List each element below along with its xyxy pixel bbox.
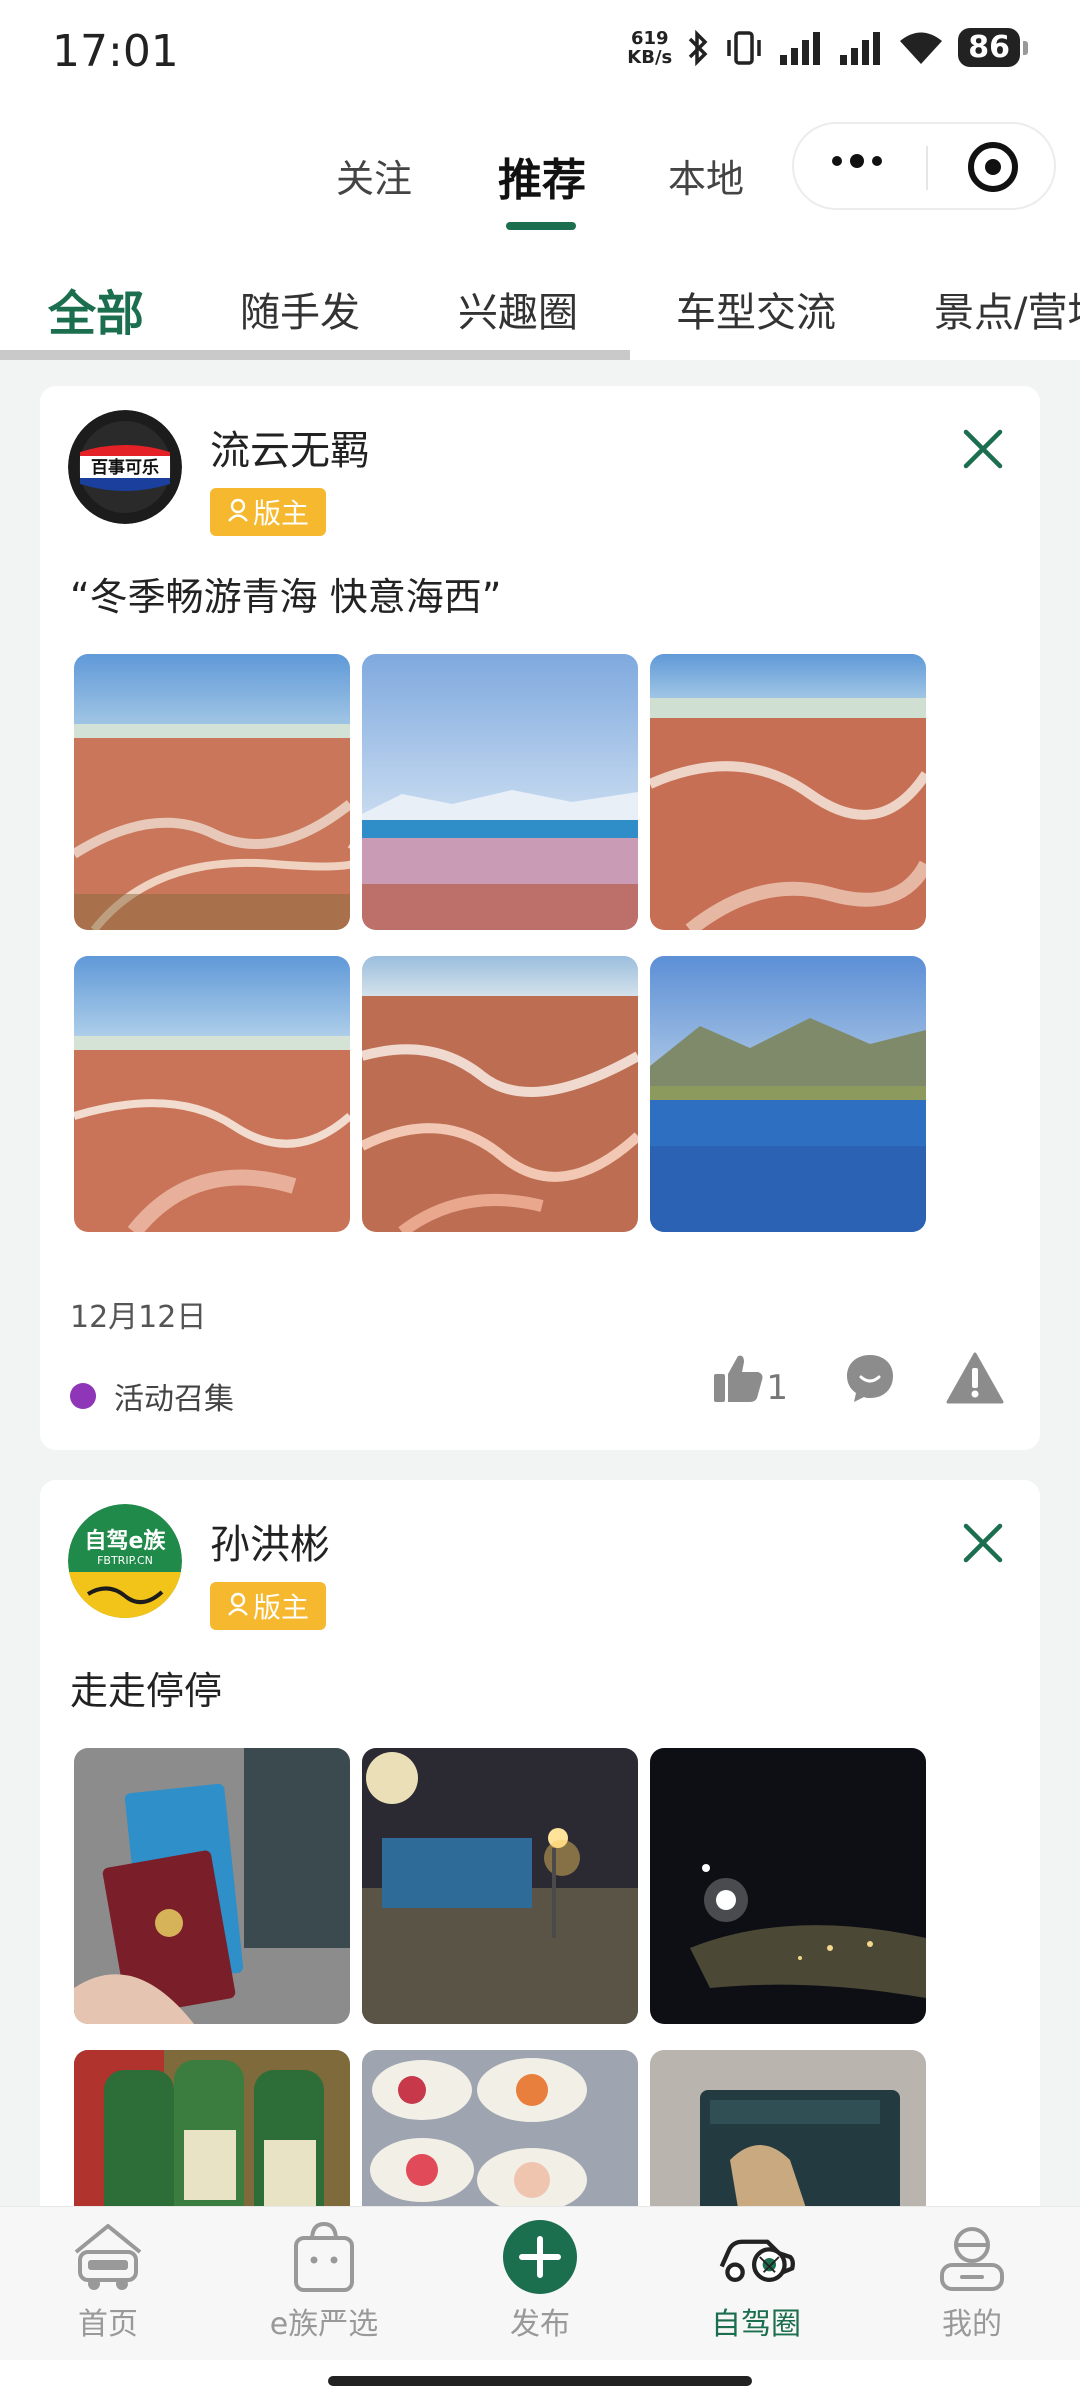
wifi-icon <box>898 30 944 66</box>
category-interest[interactable]: 兴趣圈 <box>458 280 578 338</box>
tab-eshop[interactable]: e族严选 <box>216 2217 432 2357</box>
post-image[interactable] <box>362 956 638 1232</box>
avatar-text: 百事可乐 <box>91 458 159 478</box>
category-scroll-indicator <box>0 350 630 360</box>
post-title[interactable]: “冬季畅游青海 快意海西” <box>70 566 501 621</box>
tab-mine[interactable]: 我的 <box>864 2217 1080 2357</box>
vibrate-icon <box>724 30 764 66</box>
avatar[interactable]: 百事可乐 <box>68 410 182 524</box>
post-image[interactable] <box>362 654 638 930</box>
tab-follow[interactable]: 关注 <box>336 148 412 203</box>
post-card[interactable]: 百事可乐 流云无羁 版主 “冬季畅游青海 快意海西” 12月12日 活动召集 1 <box>40 386 1040 1450</box>
top-nav: 关注 推荐 本地 <box>0 100 1080 250</box>
close-icon[interactable] <box>960 1520 1006 1566</box>
user-icon <box>227 496 249 529</box>
tab-local[interactable]: 本地 <box>668 148 744 203</box>
post-card[interactable]: 自驾e族 FBTRIP.CN 孙洪彬 版主 走走停停 <box>40 1480 1040 2326</box>
image-grid <box>74 1748 926 2326</box>
post-actions: 1 <box>712 1352 1004 1408</box>
status-icons: 619 KB/s 86 <box>627 27 1028 68</box>
category-bar: 全部 随手发 兴趣圈 车型交流 景点/营地 <box>0 250 1080 360</box>
active-tab-indicator <box>506 222 576 230</box>
car-home-icon <box>68 2217 148 2297</box>
moderator-badge: 版主 <box>210 1582 326 1630</box>
user-icon <box>227 1590 249 1623</box>
close-miniprogram-icon[interactable] <box>968 142 1018 192</box>
home-indicator-area <box>0 2360 1080 2400</box>
tab-publish[interactable]: 发布 <box>432 2217 648 2357</box>
activity-tag[interactable]: 活动召集 <box>70 1374 234 1418</box>
network-speed: 619 KB/s <box>627 27 673 68</box>
profile-icon <box>932 2217 1012 2297</box>
thumbs-up-icon <box>712 1352 764 1408</box>
username[interactable]: 孙洪彬 <box>210 1512 330 1570</box>
publish-plus-icon <box>500 2217 580 2297</box>
username[interactable]: 流云无羁 <box>210 418 370 476</box>
close-icon[interactable] <box>960 426 1006 472</box>
post-title[interactable]: 走走停停 <box>70 1660 222 1715</box>
moderator-badge: 版主 <box>210 488 326 536</box>
bottom-tab-bar: 首页 e族严选 发布 自驾圈 我的 <box>0 2206 1080 2360</box>
status-time: 17:01 <box>52 26 179 77</box>
avatar[interactable]: 自驾e族 FBTRIP.CN <box>68 1504 182 1618</box>
signal-icon-2 <box>838 31 884 65</box>
tab-recommend[interactable]: 推荐 <box>498 144 586 208</box>
post-image[interactable] <box>74 1748 350 2024</box>
miniprogram-capsule <box>792 122 1056 210</box>
image-grid <box>74 654 926 1234</box>
post-image[interactable] <box>650 654 926 930</box>
post-date: 12月12日 <box>70 1300 207 1335</box>
comment-icon[interactable] <box>844 1352 896 1408</box>
home-indicator[interactable] <box>328 2376 752 2386</box>
category-all[interactable]: 全部 <box>48 274 144 344</box>
tab-drive-circle[interactable]: 自驾圈 <box>648 2217 864 2357</box>
battery-icon: 86 <box>958 28 1028 67</box>
post-image[interactable] <box>362 1748 638 2024</box>
more-icon[interactable] <box>832 154 882 168</box>
signal-icon <box>778 31 824 65</box>
avatar-text: 自驾e族 <box>85 1528 167 1554</box>
shopping-bag-icon <box>284 2217 364 2297</box>
status-bar: 17:01 619 KB/s 86 <box>0 0 1080 100</box>
post-image[interactable] <box>650 1748 926 2024</box>
category-scenic-camps[interactable]: 景点/营地 <box>934 280 1080 338</box>
report-warning-icon[interactable] <box>946 1352 1004 1408</box>
car-camera-icon <box>716 2217 796 2297</box>
post-image[interactable] <box>650 956 926 1232</box>
tag-dot <box>70 1383 96 1409</box>
tab-home[interactable]: 首页 <box>0 2217 216 2357</box>
category-car-models[interactable]: 车型交流 <box>676 280 836 338</box>
avatar-subtext: FBTRIP.CN <box>97 1554 153 1567</box>
category-casual[interactable]: 随手发 <box>240 280 360 338</box>
capsule-divider <box>926 146 928 190</box>
bluetooth-icon <box>686 29 710 66</box>
post-image[interactable] <box>74 956 350 1232</box>
like-button[interactable]: 1 <box>712 1352 788 1408</box>
post-image[interactable] <box>74 654 350 930</box>
